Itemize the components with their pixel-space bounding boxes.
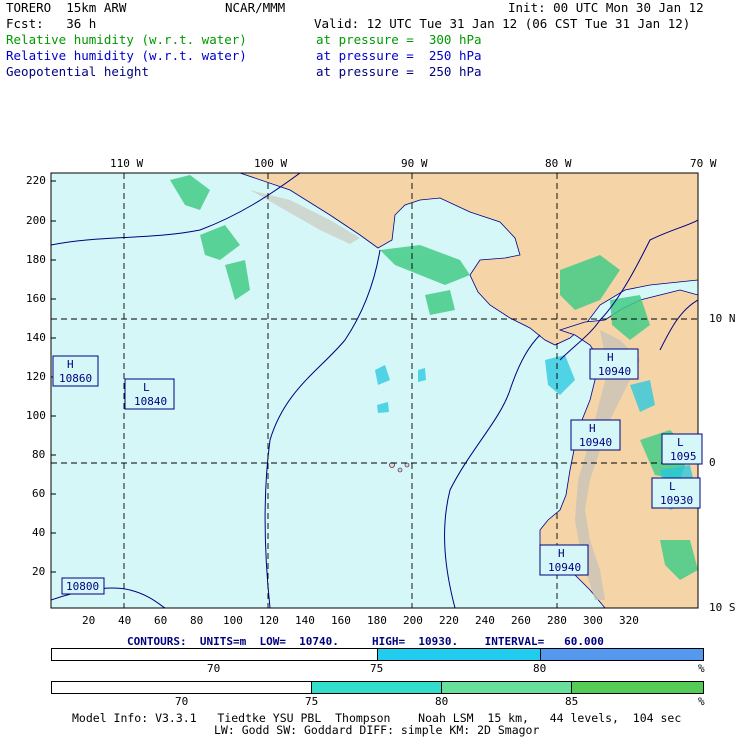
x-label: 120: [259, 614, 279, 627]
lat-label-0: 0: [709, 456, 716, 469]
y-label: 220: [26, 174, 46, 187]
lon-label-100w: 100 W: [254, 157, 288, 170]
x-label: 20: [82, 614, 96, 627]
y-label: 200: [26, 214, 46, 227]
hl-value-8: 10800: [66, 580, 100, 593]
colorbar-rh250-unit: %: [698, 662, 705, 675]
x-label: 80: [190, 614, 204, 627]
x-label: 200: [403, 614, 423, 627]
y-label: 140: [26, 331, 46, 344]
hl-value-1: 10860: [59, 372, 93, 385]
y-label: 40: [32, 526, 46, 539]
hl-value-4: 10940: [579, 436, 613, 449]
colorbar-rh250-tick: 80: [533, 662, 547, 675]
lat-label-10s: 10 S: [709, 601, 736, 614]
colorbar-rh250: [51, 648, 704, 661]
galapagos-2: [397, 467, 403, 473]
colorbar-rh300-seg-2: [312, 682, 442, 693]
hl-value-3: 10940: [598, 365, 632, 378]
y-label: 180: [26, 253, 46, 266]
colorbar-rh250-tick: 75: [370, 662, 384, 675]
hl-type-7: H: [558, 547, 565, 560]
colorbar-rh250-seg-2: [378, 649, 541, 660]
hl-type-1: H: [67, 358, 74, 371]
colorbar-rh300-seg-3: [442, 682, 572, 693]
colorbar-rh300-tick: 75: [305, 695, 319, 708]
colorbar-rh300-seg-4: [572, 682, 703, 693]
lat-label-10n: 10 N: [709, 312, 736, 325]
x-label: 40: [118, 614, 132, 627]
hl-value-7: 10940: [548, 561, 582, 574]
colorbar-rh250-seg-1: [52, 649, 378, 660]
x-label: 100: [223, 614, 243, 627]
colorbar-rh250-seg-3: [541, 649, 703, 660]
y-label: 80: [32, 448, 46, 461]
hl-type-5: L: [677, 436, 684, 449]
x-label: 60: [154, 614, 168, 627]
x-label: 300: [583, 614, 603, 627]
x-label: 280: [547, 614, 567, 627]
y-label: 60: [32, 487, 46, 500]
x-label: 240: [475, 614, 495, 627]
model-info-line2: LW: Godd SW: Goddard DIFF: simple KM: 2D…: [214, 723, 540, 737]
x-label: 260: [511, 614, 531, 627]
galapagos-3: [404, 462, 410, 468]
hl-type-6: L: [669, 480, 676, 493]
lon-label-70w: 70 W: [690, 157, 717, 170]
lon-label-90w: 90 W: [401, 157, 428, 170]
x-label: 180: [367, 614, 387, 627]
y-label: 20: [32, 565, 46, 578]
colorbar-rh300-tick: 70: [175, 695, 189, 708]
hl-type-2: L: [143, 381, 150, 394]
colorbar-rh300-unit: %: [698, 695, 705, 708]
contours-info: CONTOURS: UNITS=m LOW= 10740. HIGH= 1093…: [127, 635, 604, 648]
hl-value-2: 10840: [134, 395, 168, 408]
x-label: 160: [331, 614, 351, 627]
hl-value-5: 1095: [670, 450, 697, 463]
colorbar-rh300-seg-1: [52, 682, 312, 693]
y-label: 160: [26, 292, 46, 305]
hl-type-3: H: [607, 351, 614, 364]
colorbar-rh300: [51, 681, 704, 694]
x-label: 220: [439, 614, 459, 627]
lon-label-110w: 110 W: [110, 157, 144, 170]
x-label: 140: [295, 614, 315, 627]
hl-type-4: H: [589, 422, 596, 435]
weather-map: [50, 172, 703, 609]
colorbar-rh300-tick: 80: [435, 695, 449, 708]
hl-value-6: 10930: [660, 494, 694, 507]
y-label: 100: [26, 409, 46, 422]
lon-label-80w: 80 W: [545, 157, 572, 170]
y-label: 120: [26, 370, 46, 383]
colorbar-rh300-tick: 85: [565, 695, 579, 708]
x-label: 320: [619, 614, 639, 627]
colorbar-rh250-tick: 70: [207, 662, 221, 675]
